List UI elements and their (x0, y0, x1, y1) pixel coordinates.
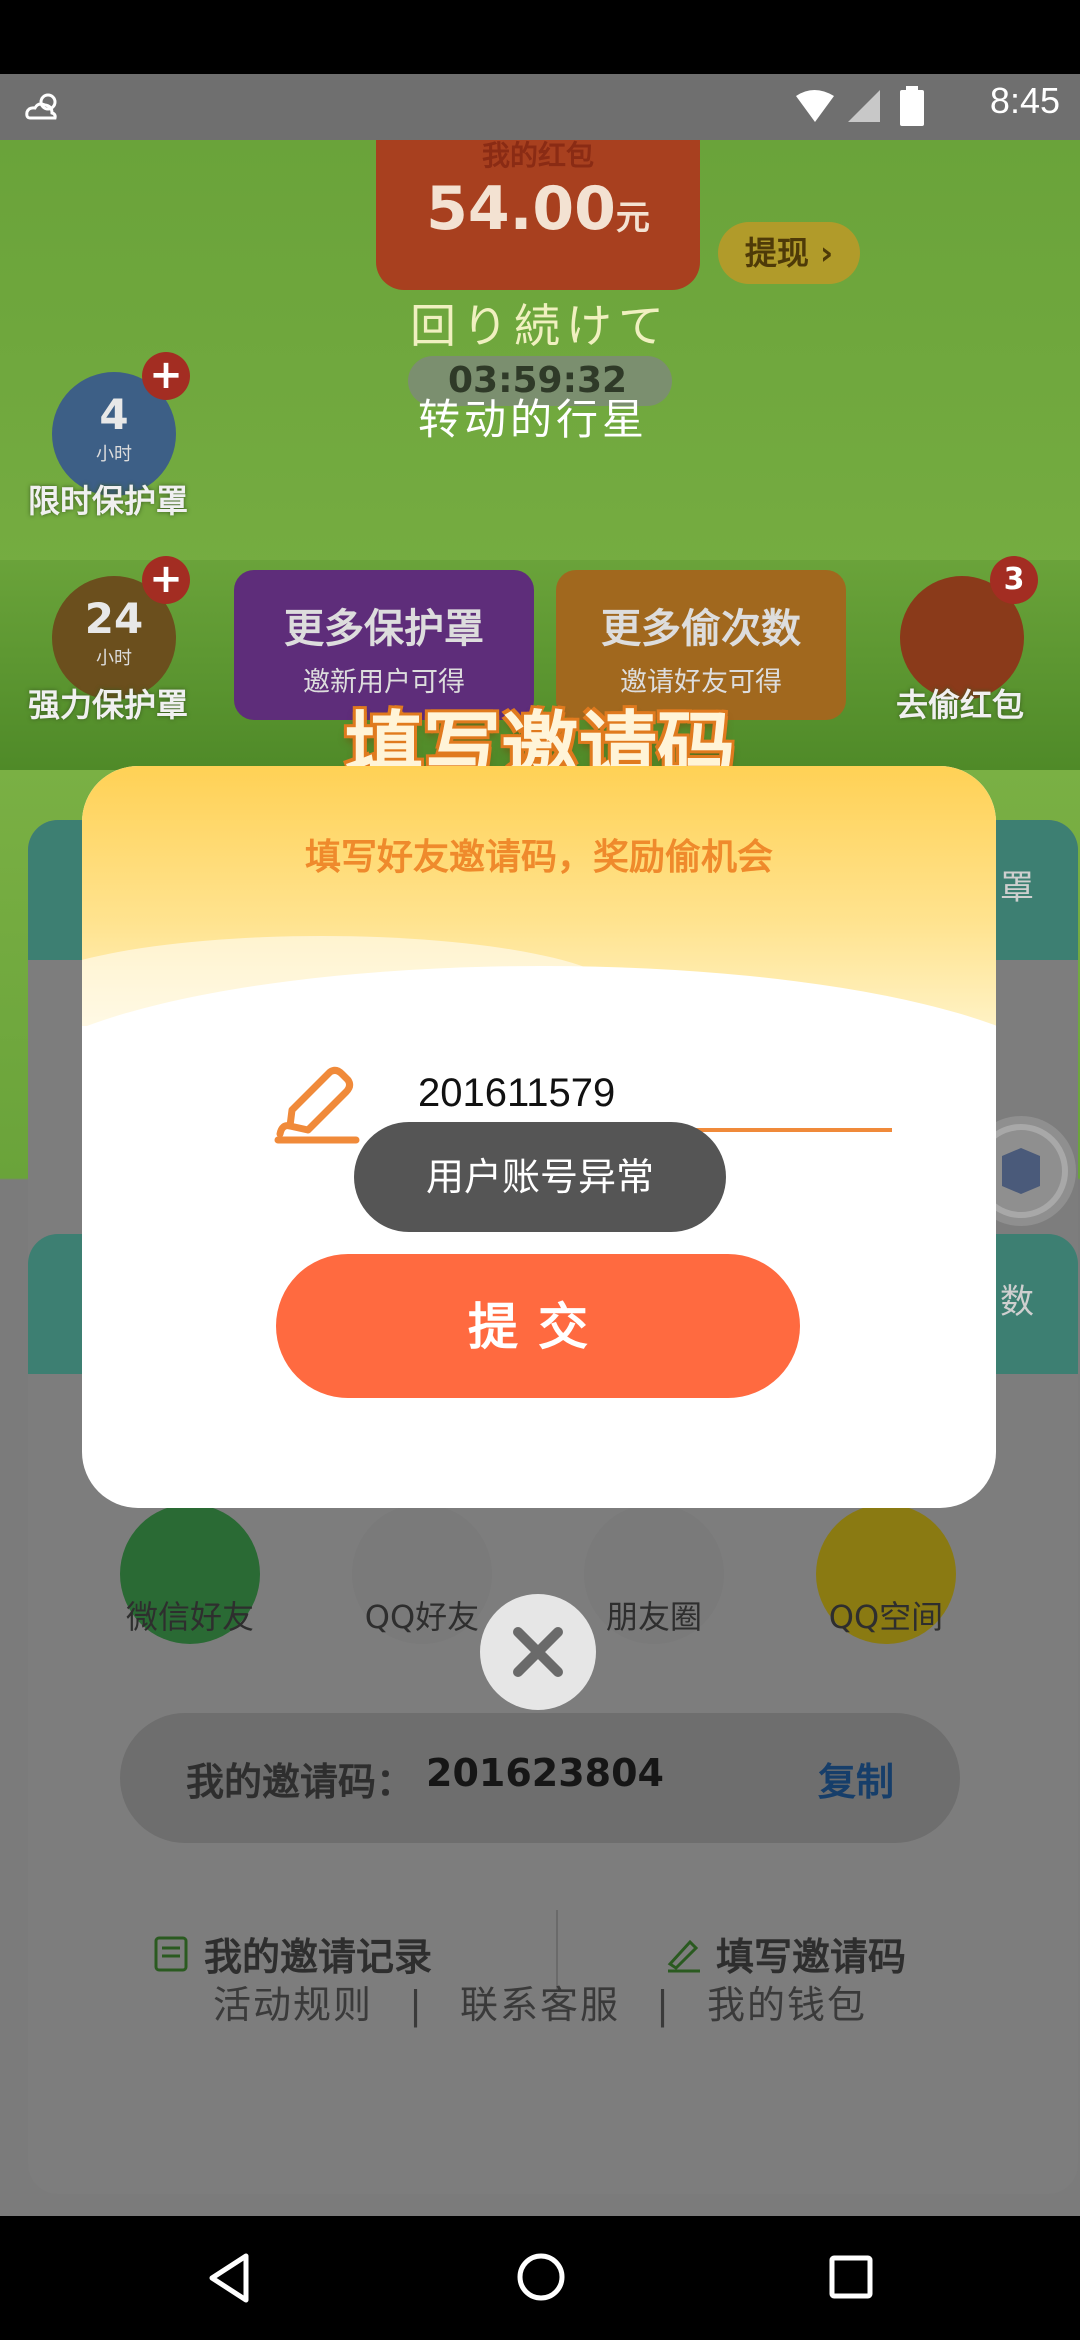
copy-button[interactable]: 复制 (818, 1751, 894, 1806)
withdraw-button[interactable]: 提现 › (718, 222, 860, 284)
my-invite-label: 我的邀请码： (186, 1760, 415, 1804)
cloud-sun-icon (25, 93, 57, 120)
close-dialog-button[interactable] (480, 1594, 596, 1710)
wallet-link[interactable]: 我的钱包 (707, 1983, 867, 2027)
recents-icon[interactable] (826, 2252, 876, 2302)
navigation-bar (0, 2216, 1080, 2340)
fill-invite-code-link[interactable]: 填写邀请码 (664, 1926, 906, 1981)
side-text: 罩 (1000, 868, 1034, 908)
error-toast: 用户账号异常 (354, 1122, 726, 1232)
timed-shield-label: 限时保护罩 (28, 482, 189, 520)
invite-code-input[interactable] (404, 1058, 892, 1132)
share-label-wechat: 微信好友 (125, 1598, 254, 1636)
invite-record-label: 我的邀请记录 (204, 1935, 433, 1979)
invite-record-link[interactable]: 我的邀请记录 (152, 1926, 432, 1981)
service-link[interactable]: 联系客服 (460, 1983, 620, 2027)
add-strong-shield-icon[interactable]: + (142, 556, 190, 604)
shield-unit: 小时 (96, 648, 132, 669)
signal-battery-icons (796, 86, 924, 126)
red-packet-card: 我的红包 54.00元 (376, 140, 700, 290)
my-invite-code-row: 我的邀请码： 201623804 复制 (120, 1713, 960, 1843)
footer-separator: | (409, 1983, 424, 2027)
close-icon (513, 1627, 563, 1677)
lyric-line-2: 转动的行星 (418, 395, 649, 444)
status-bar: 8:45 (0, 74, 1080, 140)
shield-unit: 小时 (96, 444, 132, 465)
submit-button[interactable]: 提交 (276, 1254, 800, 1398)
rules-link[interactable]: 活动规则 (213, 1983, 373, 2027)
lyric-line-1: 回り続けて (410, 299, 670, 353)
back-icon[interactable] (204, 2250, 254, 2306)
red-packet-title: 我的红包 (481, 140, 594, 172)
add-timed-shield-icon[interactable]: + (142, 352, 190, 400)
my-invite-code: 201623804 (426, 1751, 664, 1795)
promo-title: 更多保护罩 (284, 606, 484, 652)
home-icon[interactable] (514, 2250, 568, 2304)
promo-title: 更多偷次数 (601, 606, 801, 652)
fill-invite-code-label: 填写邀请码 (716, 1935, 907, 1979)
side-text: 数 (1000, 1282, 1034, 1322)
share-label-qzone: QQ空间 (828, 1598, 944, 1636)
list-icon (154, 1936, 188, 1971)
pen-icon (667, 1939, 700, 1972)
footer-links: 活动规则 | 联系客服 | 我的钱包 (0, 1974, 1080, 2029)
red-packet-amount: 54.00元 (426, 174, 650, 244)
footer-separator: | (656, 1983, 671, 2027)
dialog-subtitle: 填写好友邀请码，奖励偷机会 (304, 837, 773, 878)
steal-count-badge: 3 (990, 556, 1038, 604)
edit-pen-icon (274, 1066, 360, 1144)
clock: 8:45 (989, 80, 1060, 121)
